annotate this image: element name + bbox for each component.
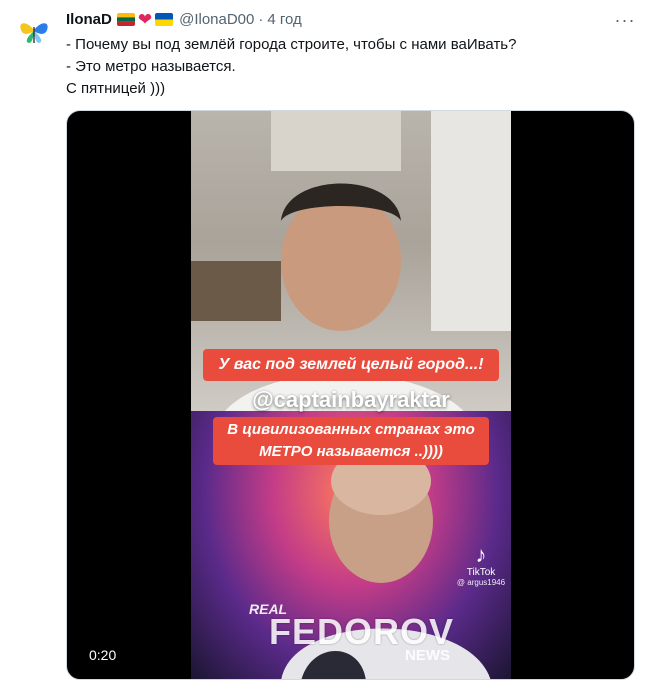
more-icon: ··· [614,9,636,30]
video-duration: 0:20 [89,647,117,663]
tiktok-handle: @ argus1946 [456,578,506,587]
video-caption: В цивилизованных странах это МЕТРО назыв… [213,417,489,465]
tweet-text-line: - Почему вы под землёй города строите, ч… [66,36,517,53]
video-caption: У вас под землей целый город...! [203,349,499,381]
tweet[interactable]: IlonaD ❤ @IlonaD00 · 4 год ··· - Почему … [0,0,649,692]
author-handle[interactable]: @IlonaD00 [179,11,254,28]
video-caption-line: МЕТРО называется ..)))) [259,443,443,460]
tiktok-watermark: ♪ TikTok @ argus1946 [453,542,509,588]
tweet-text-line: С пятницей ))) [66,80,166,97]
video-caption-handle: @captainbayraktar [252,387,450,412]
tiktok-icon: ♪ [475,542,487,567]
tweet-time[interactable]: 4 год [267,11,301,28]
watermark-bottom: NEWS [405,647,450,664]
more-button[interactable]: ··· [612,9,638,30]
avatar-butterfly-icon [14,10,54,50]
author-badges: ❤ [116,9,174,29]
lithuania-flag-icon [116,12,135,26]
video-caption-line: В цивилизованных странах это [227,421,475,438]
avatar[interactable] [14,10,54,50]
tweet-header: IlonaD ❤ @IlonaD00 · 4 год [66,9,302,29]
tiktok-label: TikTok [466,567,496,578]
channel-watermark: REAL FEDOROV NEWS [249,599,459,669]
heart-icon: ❤ [137,9,153,29]
video-frame: У вас под землей целый город...! @captai… [191,111,511,679]
separator-dot: · [258,10,264,28]
tweet-text: - Почему вы под землёй города строите, ч… [66,34,626,100]
video-player[interactable]: У вас под землей целый город...! @captai… [66,110,635,680]
ukraine-flag-icon [155,12,174,26]
author-name[interactable]: IlonaD [66,11,112,28]
tweet-text-line: - Это метро называется. [66,58,236,75]
